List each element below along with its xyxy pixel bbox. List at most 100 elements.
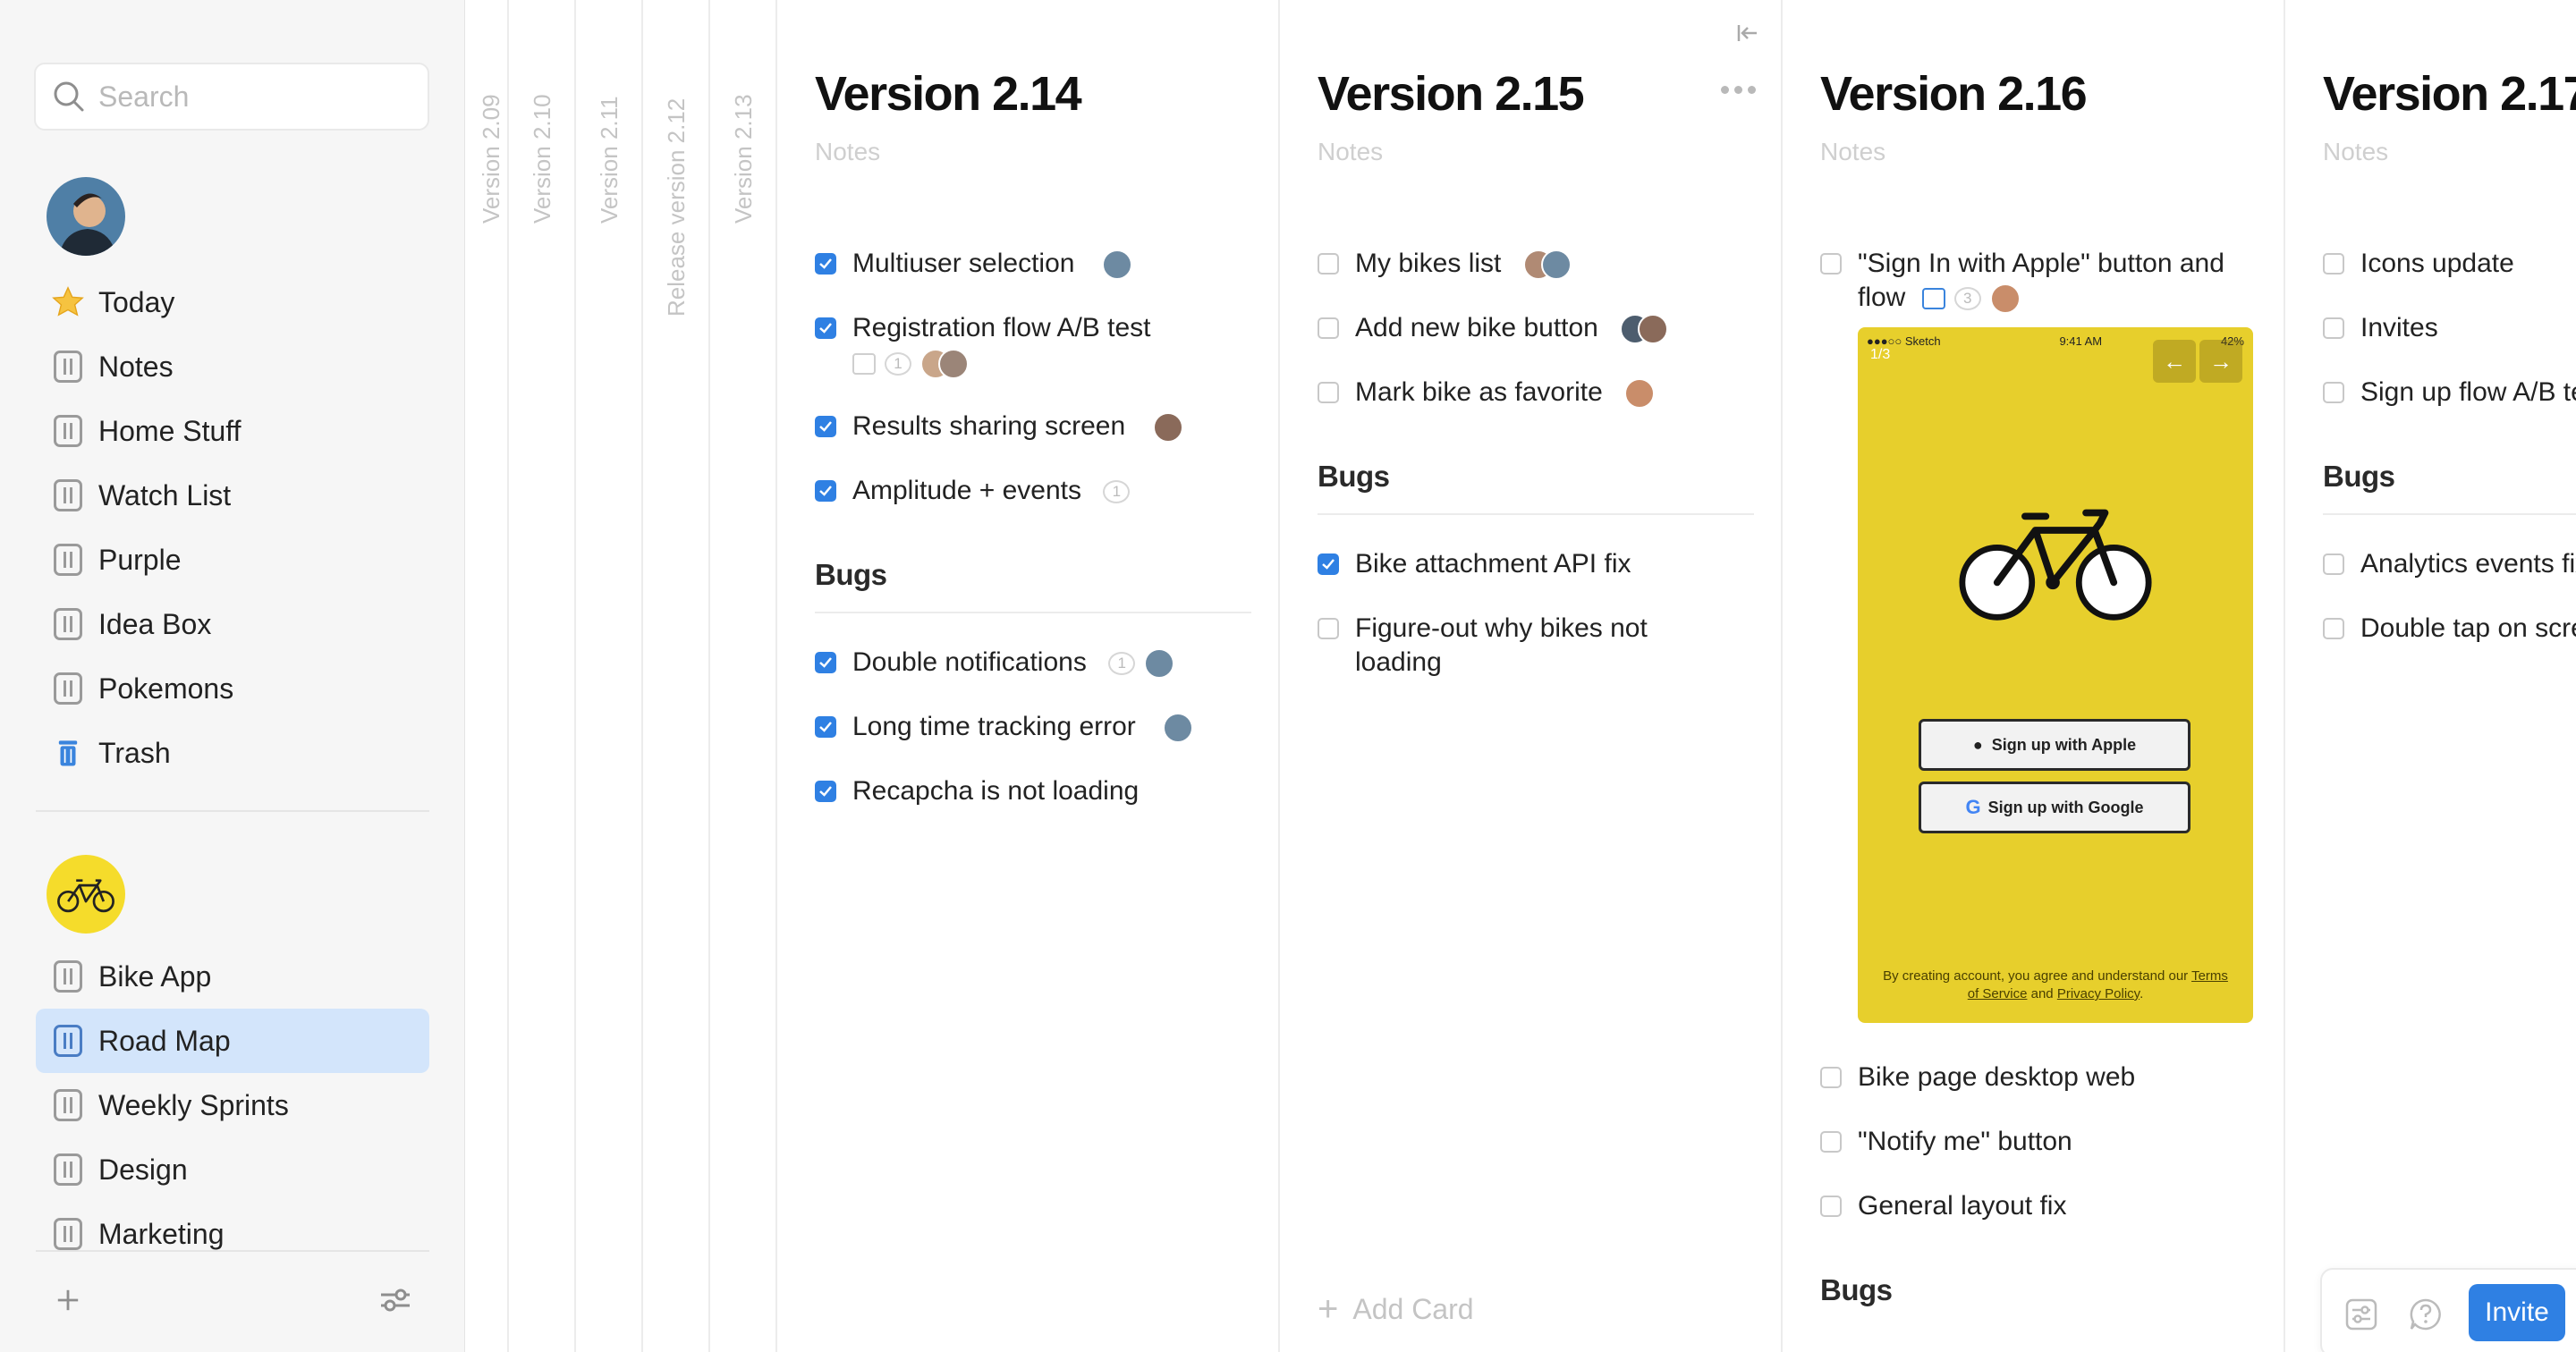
card[interactable]: Amplitude + events 1: [815, 474, 1251, 508]
sign-up-google-button[interactable]: G Sign up with Google: [1919, 782, 2190, 833]
sign-up-apple-button[interactable]: ● Sign up with Apple: [1919, 719, 2190, 771]
checkbox[interactable]: [1318, 253, 1339, 275]
section-header-bugs[interactable]: Bugs: [815, 558, 1251, 613]
card-image-preview[interactable]: ●●●○○ Sketch 9:41 AM 42% 1/3 ← → ● Sign u…: [1858, 327, 2253, 1023]
collapsed-column-2-12[interactable]: Release version 2.12: [643, 0, 710, 1352]
help-icon[interactable]: [2408, 1297, 2444, 1332]
bike-workspace-avatar[interactable]: [47, 855, 125, 934]
sidebar-item-label: Notes: [98, 350, 174, 383]
sidebar-item-label: Road Map: [98, 1024, 231, 1057]
checkbox[interactable]: [815, 480, 836, 502]
card-text: Invites: [2360, 313, 2438, 342]
checkbox[interactable]: [815, 253, 836, 275]
sidebar-settings-button[interactable]: [376, 1280, 415, 1320]
collapse-column-icon[interactable]: [1732, 18, 1762, 48]
card[interactable]: Double notifications 1: [815, 646, 1251, 680]
column-notes[interactable]: Notes: [2323, 138, 2388, 166]
checkbox[interactable]: [2323, 253, 2344, 275]
board-icon: [50, 413, 86, 449]
add-card-button[interactable]: + Add Card: [1318, 1289, 1474, 1330]
checkbox[interactable]: [1318, 317, 1339, 339]
checkbox[interactable]: [2323, 382, 2344, 403]
sidebar-item-label: Purple: [98, 543, 182, 576]
card[interactable]: Sign up flow A/B test: [2323, 376, 2576, 410]
sidebar-item-purple[interactable]: Purple: [36, 528, 429, 592]
checkbox[interactable]: [2323, 618, 2344, 639]
column-version-2-16: Version 2.16 Notes "Sign In with Apple" …: [1783, 0, 2285, 1352]
card[interactable]: Add new bike button: [1318, 311, 1754, 345]
collapsed-column-2-11[interactable]: Version 2.11: [576, 0, 643, 1352]
card[interactable]: Recapcha is not loading: [815, 774, 1251, 808]
checkbox[interactable]: [1318, 382, 1339, 403]
privacy-link[interactable]: Privacy Policy: [2057, 986, 2140, 1001]
column-title[interactable]: Version 2.16: [1820, 66, 2088, 122]
card-text: Bike attachment API fix: [1355, 549, 1631, 579]
search-input[interactable]: [98, 80, 420, 114]
checkbox[interactable]: [815, 317, 836, 339]
checkbox[interactable]: [1820, 1131, 1842, 1153]
sidebar-item-today[interactable]: Today: [36, 270, 429, 334]
card[interactable]: Long time tracking error: [815, 710, 1251, 744]
checkbox[interactable]: [815, 716, 836, 738]
settings-sliders-icon[interactable]: [2343, 1297, 2379, 1332]
card[interactable]: Results sharing screen: [815, 410, 1251, 444]
board-icon: [50, 542, 86, 578]
invite-button[interactable]: Invite: [2469, 1284, 2565, 1341]
preview-prev-button[interactable]: ←: [2153, 340, 2196, 383]
card[interactable]: Mark bike as favorite: [1318, 376, 1754, 410]
sidebar-item-notes[interactable]: Notes: [36, 334, 429, 399]
add-board-button[interactable]: [48, 1280, 88, 1320]
sidebar-item-marketing[interactable]: Marketing: [36, 1202, 429, 1266]
card[interactable]: Invites: [2323, 311, 2576, 345]
column-notes[interactable]: Notes: [815, 138, 880, 166]
sidebar-item-label: Watch List: [98, 478, 232, 511]
collapsed-column-2-13[interactable]: Version 2.13: [710, 0, 777, 1352]
column-title[interactable]: Version 2.15: [1318, 66, 1585, 122]
card[interactable]: Icons update: [2323, 247, 2576, 281]
checkbox[interactable]: [1820, 1196, 1842, 1217]
card[interactable]: General layout fix: [1820, 1189, 2257, 1223]
column-notes[interactable]: Notes: [1318, 138, 1383, 166]
column-title[interactable]: Version 2.17: [2323, 66, 2576, 122]
checkbox[interactable]: [1318, 618, 1339, 639]
card[interactable]: Registration flow A/B test 1: [815, 311, 1251, 379]
search-box[interactable]: [34, 63, 429, 131]
checkbox[interactable]: [815, 781, 836, 802]
sidebar-item-weekly-sprints[interactable]: Weekly Sprints: [36, 1073, 429, 1137]
sidebar-item-trash[interactable]: Trash: [36, 721, 429, 785]
card[interactable]: Bike page desktop web: [1820, 1060, 2257, 1094]
checkbox[interactable]: [2323, 553, 2344, 575]
card[interactable]: Analytics events fix: [2323, 547, 2576, 581]
section-header-bugs[interactable]: Bugs: [1820, 1273, 2257, 1327]
checkbox[interactable]: [1820, 253, 1842, 275]
card-text: Double notifications: [852, 647, 1087, 677]
column-notes[interactable]: Notes: [1820, 138, 1885, 166]
checkbox[interactable]: [1820, 1067, 1842, 1088]
sidebar-item-bike-app[interactable]: Bike App: [36, 944, 429, 1009]
preview-next-button[interactable]: →: [2199, 340, 2242, 383]
sidebar-item-design[interactable]: Design: [36, 1137, 429, 1202]
card[interactable]: Figure-out why bikes not loading: [1318, 612, 1754, 680]
user-avatar[interactable]: [47, 177, 125, 256]
card[interactable]: Double tap on screen: [2323, 612, 2576, 646]
sidebar-item-watch-list[interactable]: Watch List: [36, 463, 429, 528]
checkbox[interactable]: [815, 652, 836, 673]
sidebar-item-idea-box[interactable]: Idea Box: [36, 592, 429, 656]
checkbox[interactable]: [2323, 317, 2344, 339]
column-more-button[interactable]: [1721, 86, 1756, 94]
card[interactable]: "Notify me" button: [1820, 1125, 2257, 1159]
section-header-bugs[interactable]: Bugs: [2323, 460, 2576, 515]
card[interactable]: Bike attachment API fix: [1318, 547, 1754, 581]
sidebar-item-home-stuff[interactable]: Home Stuff: [36, 399, 429, 463]
checkbox[interactable]: [815, 416, 836, 437]
collapsed-column-2-10[interactable]: Version 2.10: [509, 0, 576, 1352]
sidebar-item-pokemons[interactable]: Pokemons: [36, 656, 429, 721]
collapsed-column-2-09[interactable]: Version 2.09: [465, 0, 509, 1352]
card[interactable]: My bikes list: [1318, 247, 1754, 281]
card[interactable]: Multiuser selection: [815, 247, 1251, 281]
section-header-bugs[interactable]: Bugs: [1318, 460, 1754, 515]
card[interactable]: "Sign In with Apple" button and flow 3: [1820, 247, 2257, 315]
sidebar-item-road-map[interactable]: Road Map: [36, 1009, 429, 1073]
checkbox[interactable]: [1318, 553, 1339, 575]
column-title[interactable]: Version 2.14: [815, 66, 1082, 122]
